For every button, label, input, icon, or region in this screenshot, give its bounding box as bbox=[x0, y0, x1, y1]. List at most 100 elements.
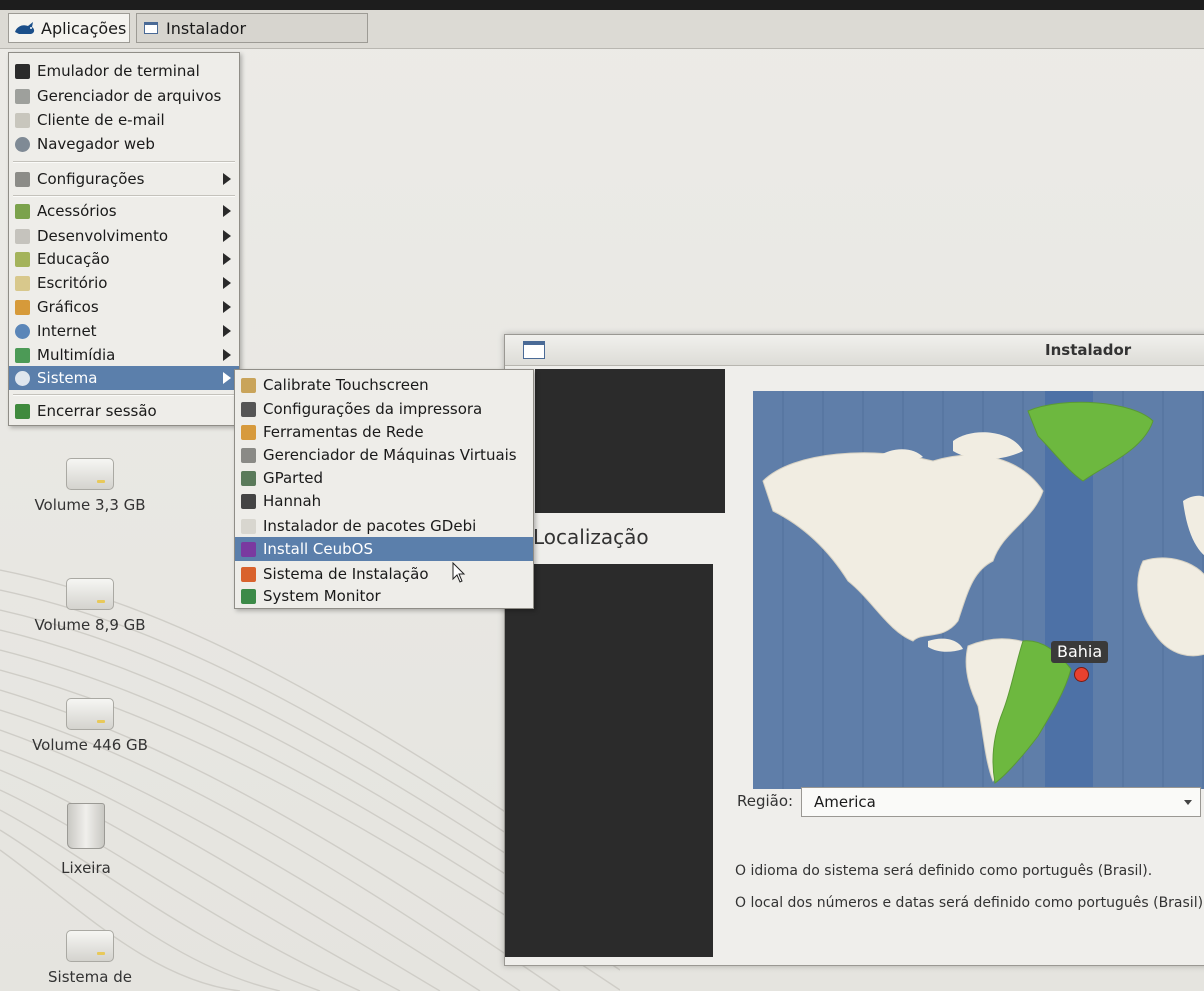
education-icon bbox=[15, 251, 30, 267]
installer-titlebar[interactable]: Instalador bbox=[505, 335, 1204, 366]
desktop-icon-installer-system[interactable]: Sistema de bbox=[30, 930, 150, 987]
submenu-item-label: Calibrate Touchscreen bbox=[263, 376, 429, 394]
map-location-pin-icon[interactable] bbox=[1074, 667, 1089, 682]
settings-icon bbox=[15, 171, 30, 187]
menu-item-accessories[interactable]: Acessórios bbox=[9, 199, 239, 223]
submenu-item-gdebi[interactable]: Instalador de pacotes GDebi bbox=[235, 514, 533, 538]
submenu-item-label: Gerenciador de Máquinas Virtuais bbox=[263, 446, 517, 464]
menu-item-terminal[interactable]: Emulador de terminal bbox=[9, 59, 239, 83]
applications-menu: Emulador de terminal Gerenciador de arqu… bbox=[8, 52, 240, 426]
window-icon bbox=[523, 341, 545, 359]
system-submenu: Calibrate Touchscreen Configurações da i… bbox=[234, 369, 534, 609]
desktop-icon-volume-446[interactable]: Volume 446 GB bbox=[30, 698, 150, 755]
menu-item-education[interactable]: Educação bbox=[9, 247, 239, 271]
submenu-item-label: GParted bbox=[263, 469, 323, 487]
menu-item-label: Cliente de e-mail bbox=[37, 111, 165, 129]
menu-item-mail-client[interactable]: Cliente de e-mail bbox=[9, 108, 239, 132]
menu-item-label: Desenvolvimento bbox=[37, 227, 169, 245]
submenu-item-printer-settings[interactable]: Configurações da impressora bbox=[235, 397, 533, 421]
submenu-item-network-tools[interactable]: Ferramentas de Rede bbox=[235, 420, 533, 444]
menu-item-file-manager[interactable]: Gerenciador de arquivos bbox=[9, 84, 239, 108]
menu-item-label: Internet bbox=[37, 322, 97, 340]
applications-menu-label: Aplicações bbox=[41, 18, 127, 38]
menu-item-internet[interactable]: Internet bbox=[9, 319, 239, 343]
applications-menu-button[interactable]: Aplicações bbox=[8, 13, 130, 43]
accessories-icon bbox=[15, 203, 30, 219]
hannah-icon bbox=[241, 493, 256, 509]
desktop-icon-label: Lixeira bbox=[61, 859, 111, 877]
mail-icon bbox=[15, 112, 30, 128]
region-select-value: America bbox=[814, 793, 876, 811]
submenu-item-label: Configurações da impressora bbox=[263, 400, 483, 418]
submenu-item-virtual-machine-manager[interactable]: Gerenciador de Máquinas Virtuais bbox=[235, 443, 533, 467]
submenu-item-label: Sistema de Instalação bbox=[263, 565, 429, 583]
desktop-icon-label: Volume 446 GB bbox=[32, 736, 148, 754]
office-icon bbox=[15, 275, 30, 291]
region-label: Região: bbox=[737, 792, 794, 810]
submenu-item-system-monitor[interactable]: System Monitor bbox=[235, 584, 533, 608]
desktop-icon-label: Sistema de bbox=[48, 968, 132, 986]
submenu-item-install-ceubos[interactable]: Install CeubOS bbox=[235, 537, 533, 561]
menu-item-label: Gráficos bbox=[37, 298, 99, 316]
taskbar-item-label: Instalador bbox=[166, 18, 247, 38]
submenu-arrow-icon bbox=[223, 205, 231, 217]
taskbar-item-installer[interactable]: Instalador bbox=[136, 13, 368, 43]
drive-icon bbox=[66, 578, 114, 610]
menu-item-system[interactable]: Sistema bbox=[9, 366, 239, 390]
submenu-arrow-icon bbox=[223, 277, 231, 289]
screen-top-edge bbox=[0, 0, 1204, 10]
menu-item-logout[interactable]: Encerrar sessão bbox=[9, 399, 239, 423]
development-icon bbox=[15, 228, 30, 244]
timezone-world-map[interactable] bbox=[753, 391, 1204, 789]
submenu-arrow-icon bbox=[223, 173, 231, 185]
internet-icon bbox=[15, 323, 30, 339]
submenu-item-installation-system[interactable]: Sistema de Instalação bbox=[235, 562, 533, 586]
installer-sidebar-top bbox=[535, 369, 725, 513]
menu-item-graphics[interactable]: Gráficos bbox=[9, 295, 239, 319]
menu-item-development[interactable]: Desenvolvimento bbox=[9, 224, 239, 248]
touchscreen-icon bbox=[241, 377, 256, 393]
submenu-item-calibrate-touchscreen[interactable]: Calibrate Touchscreen bbox=[235, 373, 533, 397]
installer-sidebar-bottom bbox=[505, 564, 713, 957]
menu-item-label: Configurações bbox=[37, 170, 145, 188]
file-manager-icon bbox=[15, 88, 30, 104]
menu-item-label: Educação bbox=[37, 250, 110, 268]
menu-item-label: Multimídia bbox=[37, 346, 116, 364]
desktop-icon-trash[interactable]: Lixeira bbox=[26, 803, 146, 878]
desktop-icon-volume-3-3[interactable]: Volume 3,3 GB bbox=[30, 458, 150, 515]
menu-item-office[interactable]: Escritório bbox=[9, 271, 239, 295]
submenu-item-label: System Monitor bbox=[263, 587, 381, 605]
submenu-item-gparted[interactable]: GParted bbox=[235, 466, 533, 490]
submenu-item-label: Install CeubOS bbox=[263, 540, 373, 558]
submenu-arrow-icon bbox=[223, 253, 231, 265]
installer-title: Instalador bbox=[1045, 341, 1132, 359]
menu-item-label: Sistema bbox=[37, 369, 98, 387]
graphics-icon bbox=[15, 299, 30, 315]
drive-icon bbox=[66, 458, 114, 490]
chevron-down-icon bbox=[1184, 800, 1192, 805]
menu-item-label: Navegador web bbox=[37, 135, 155, 153]
menu-item-web-browser[interactable]: Navegador web bbox=[9, 132, 239, 156]
menu-item-label: Encerrar sessão bbox=[37, 402, 157, 420]
drive-icon bbox=[66, 930, 114, 962]
menu-item-label: Emulador de terminal bbox=[37, 62, 200, 80]
submenu-item-hannah[interactable]: Hannah bbox=[235, 489, 533, 513]
printer-icon bbox=[241, 401, 256, 417]
submenu-arrow-icon bbox=[223, 349, 231, 361]
desktop-icon-volume-8-9[interactable]: Volume 8,9 GB bbox=[30, 578, 150, 635]
submenu-arrow-icon bbox=[223, 325, 231, 337]
menu-item-multimedia[interactable]: Multimídia bbox=[9, 343, 239, 367]
locale-info-text: O local dos números e datas será definid… bbox=[735, 895, 1204, 911]
mouse-logo-icon bbox=[15, 22, 35, 34]
menu-item-settings[interactable]: Configurações bbox=[9, 167, 239, 191]
submenu-arrow-icon bbox=[223, 230, 231, 242]
drive-icon bbox=[66, 698, 114, 730]
region-select[interactable]: America bbox=[801, 787, 1201, 817]
virtual-machine-icon bbox=[241, 447, 256, 463]
globe-icon bbox=[15, 136, 30, 152]
trash-icon bbox=[67, 803, 105, 849]
gparted-icon bbox=[241, 470, 256, 486]
mouse-pointer-icon bbox=[452, 562, 466, 583]
system-gear-icon bbox=[15, 370, 30, 386]
submenu-item-label: Instalador de pacotes GDebi bbox=[263, 517, 477, 535]
